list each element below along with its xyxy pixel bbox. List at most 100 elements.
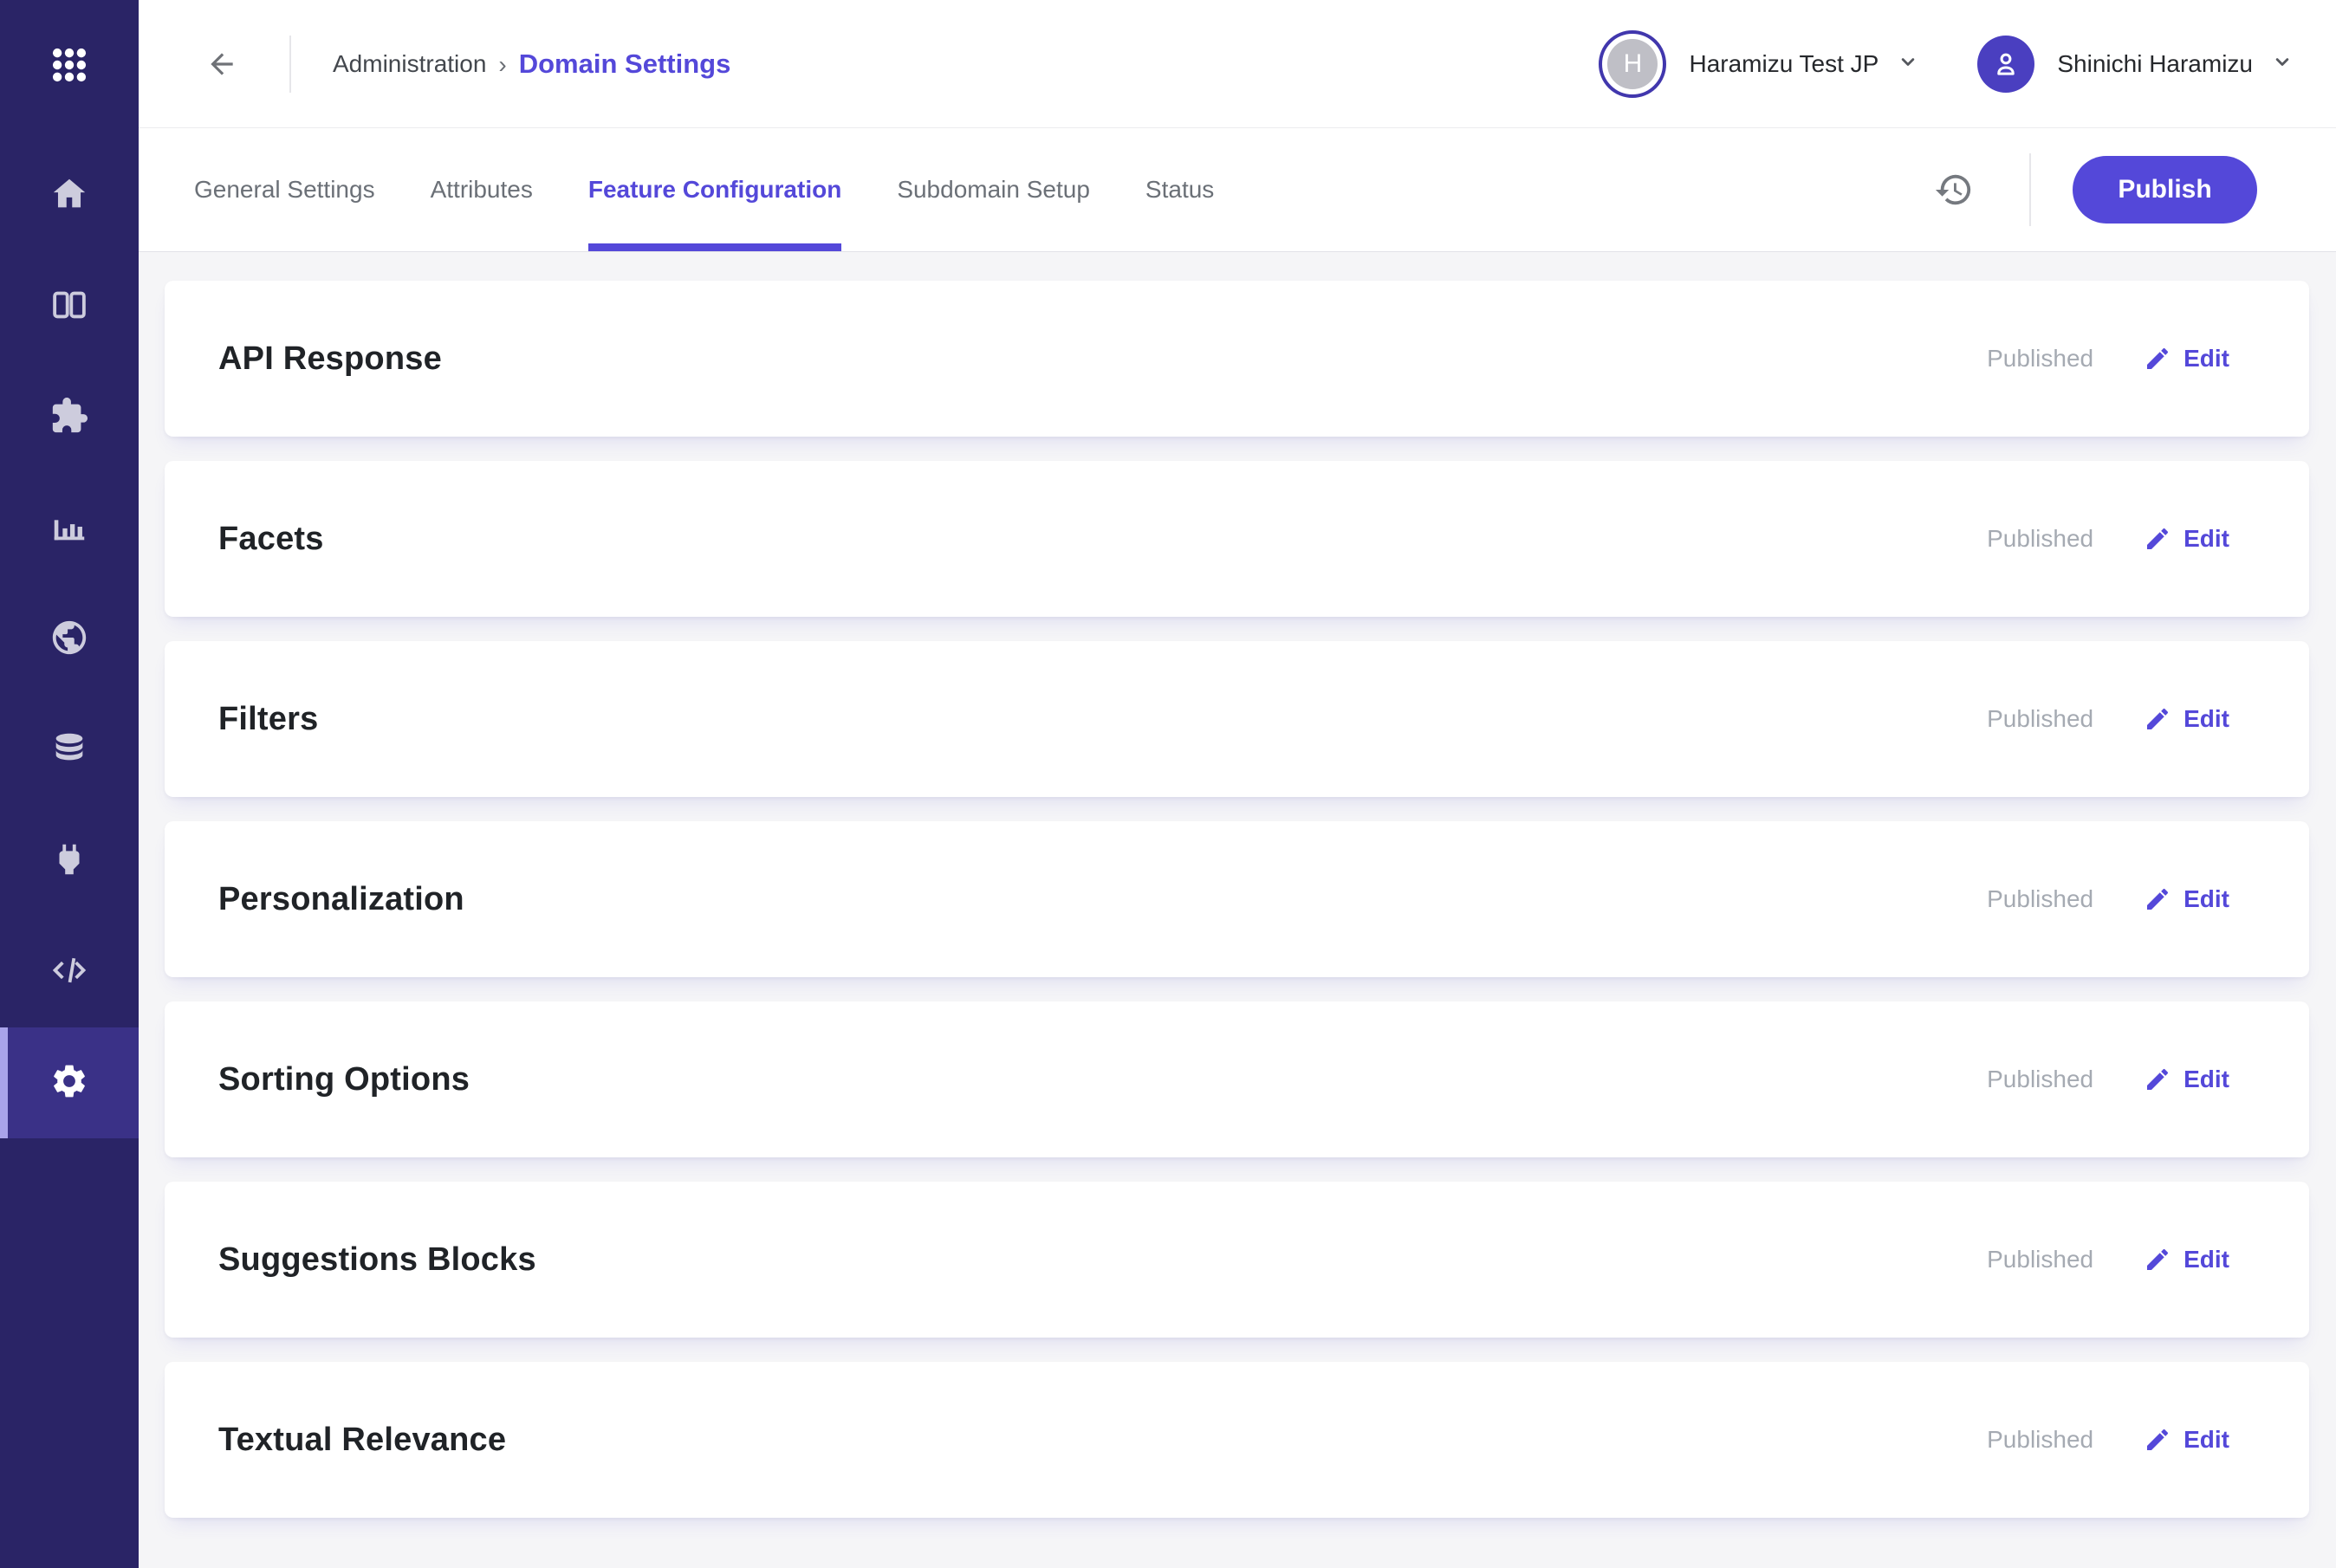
person-icon xyxy=(1997,53,2015,75)
user-name: Shinichi Haramizu xyxy=(2057,49,2253,77)
breadcrumb-separator: › xyxy=(498,50,507,78)
history-icon xyxy=(1935,174,1971,205)
sidebar-item-domains[interactable] xyxy=(0,584,139,695)
org-name: Haramizu Test JP xyxy=(1689,49,1879,77)
back-button[interactable] xyxy=(204,47,239,81)
edit-button[interactable]: Edit xyxy=(2144,345,2229,373)
edit-label: Edit xyxy=(2184,525,2229,552)
header-right: H Haramizu Test JP Shinichi Haramizu xyxy=(1599,29,2294,98)
tab-actions: Publish xyxy=(1934,153,2336,226)
feature-card-filters: Filters Published Edit xyxy=(165,641,2309,797)
chevron-down-icon xyxy=(2270,49,2294,78)
status-label: Published xyxy=(1987,1426,2094,1453)
edit-label: Edit xyxy=(2184,345,2229,372)
history-button[interactable] xyxy=(1934,170,1974,210)
header-divider xyxy=(289,35,291,93)
puzzle-icon xyxy=(49,396,89,440)
edit-button[interactable]: Edit xyxy=(2144,525,2229,553)
pencil-icon xyxy=(2147,888,2169,910)
feature-card-sorting-options: Sorting Options Published Edit xyxy=(165,1001,2309,1157)
org-avatar: H xyxy=(1599,29,1667,98)
chevron-down-icon xyxy=(1896,49,1920,78)
status-label: Published xyxy=(1987,345,2094,372)
code-icon xyxy=(49,950,89,995)
status-label: Published xyxy=(1987,885,2094,912)
sidebar-item-extensions[interactable] xyxy=(0,362,139,473)
user-menu[interactable]: Shinichi Haramizu xyxy=(1977,35,2294,93)
tab-status[interactable]: Status xyxy=(1145,128,1214,251)
feature-card-actions: Published Edit xyxy=(1987,885,2229,913)
feature-card-actions: Published Edit xyxy=(1987,1426,2229,1454)
status-label: Published xyxy=(1987,525,2094,552)
feature-card-actions: Published Edit xyxy=(1987,1066,2229,1093)
header: Administration › Domain Settings H Haram… xyxy=(139,0,2336,252)
pencil-icon xyxy=(2147,1248,2169,1270)
edit-button[interactable]: Edit xyxy=(2144,1246,2229,1273)
edit-button[interactable]: Edit xyxy=(2144,885,2229,913)
sidebar xyxy=(0,0,139,1568)
user-avatar xyxy=(1977,35,2035,93)
bar-chart-icon xyxy=(49,507,89,551)
org-switcher[interactable]: H Haramizu Test JP xyxy=(1599,29,1920,98)
database-icon xyxy=(49,729,89,773)
feature-card-actions: Published Edit xyxy=(1987,525,2229,553)
plug-icon xyxy=(49,839,89,884)
home-icon xyxy=(49,174,89,218)
tab-subdomain-setup[interactable]: Subdomain Setup xyxy=(897,128,1090,251)
header-top-row: Administration › Domain Settings H Haram… xyxy=(139,0,2336,128)
feature-card-suggestions-blocks: Suggestions Blocks Published Edit xyxy=(165,1182,2309,1338)
arrow-left-icon xyxy=(211,52,233,75)
edit-button[interactable]: Edit xyxy=(2144,1426,2229,1454)
feature-card-title: API Response xyxy=(218,340,442,377)
pencil-icon xyxy=(2147,1068,2169,1090)
org-avatar-initial: H xyxy=(1607,38,1658,89)
publish-button[interactable]: Publish xyxy=(2073,156,2257,224)
apps-grid-button[interactable] xyxy=(0,0,139,130)
feature-card-facets: Facets Published Edit xyxy=(165,461,2309,617)
sidebar-item-integrations[interactable] xyxy=(0,806,139,917)
edit-label: Edit xyxy=(2184,1066,2229,1092)
feature-card-list: API Response Published Edit Facets Publi… xyxy=(139,253,2336,1568)
edit-button[interactable]: Edit xyxy=(2144,1066,2229,1093)
edit-label: Edit xyxy=(2184,705,2229,732)
feature-card-textual-relevance: Textual Relevance Published Edit xyxy=(165,1362,2309,1518)
tab-feature-configuration[interactable]: Feature Configuration xyxy=(587,128,842,251)
domain-settings-page: Administration › Domain Settings H Haram… xyxy=(0,0,2336,1568)
pencil-icon xyxy=(2147,708,2169,729)
tab-general-settings[interactable]: General Settings xyxy=(194,128,375,251)
breadcrumb: Administration › Domain Settings xyxy=(333,49,730,80)
sidebar-item-collections[interactable] xyxy=(0,251,139,362)
sidebar-item-analytics[interactable] xyxy=(0,473,139,584)
status-label: Published xyxy=(1987,1066,2094,1092)
breadcrumb-section[interactable]: Administration xyxy=(333,50,486,78)
feature-card-personalization: Personalization Published Edit xyxy=(165,821,2309,977)
feature-card-actions: Published Edit xyxy=(1987,345,2229,373)
pencil-icon xyxy=(2147,347,2169,369)
sidebar-item-developer[interactable] xyxy=(0,917,139,1027)
pencil-icon xyxy=(2147,1429,2169,1450)
pencil-icon xyxy=(2147,528,2169,549)
tab-attributes[interactable]: Attributes xyxy=(431,128,533,251)
feature-card-title: Personalization xyxy=(218,880,464,917)
edit-button[interactable]: Edit xyxy=(2144,705,2229,733)
feature-card-title: Filters xyxy=(218,700,319,737)
edit-label: Edit xyxy=(2184,1426,2229,1453)
page-title: Domain Settings xyxy=(518,48,731,79)
edit-label: Edit xyxy=(2184,1246,2229,1273)
feature-card-title: Textual Relevance xyxy=(218,1421,507,1458)
status-label: Published xyxy=(1987,1246,2094,1273)
gear-icon xyxy=(49,1061,89,1105)
status-label: Published xyxy=(1987,705,2094,732)
feature-card-api-response: API Response Published Edit xyxy=(165,281,2309,437)
feature-card-actions: Published Edit xyxy=(1987,1246,2229,1273)
tab-bar: General Settings Attributes Feature Conf… xyxy=(139,128,2336,251)
apps-grid-icon xyxy=(52,48,87,82)
edit-label: Edit xyxy=(2184,885,2229,912)
sidebar-item-data[interactable] xyxy=(0,695,139,806)
sidebar-item-settings[interactable] xyxy=(0,1027,139,1138)
sidebar-nav xyxy=(0,140,139,1138)
columns-icon xyxy=(49,285,89,329)
feature-card-title: Facets xyxy=(218,520,324,557)
feature-card-title: Suggestions Blocks xyxy=(218,1241,536,1278)
sidebar-item-home[interactable] xyxy=(0,140,139,251)
